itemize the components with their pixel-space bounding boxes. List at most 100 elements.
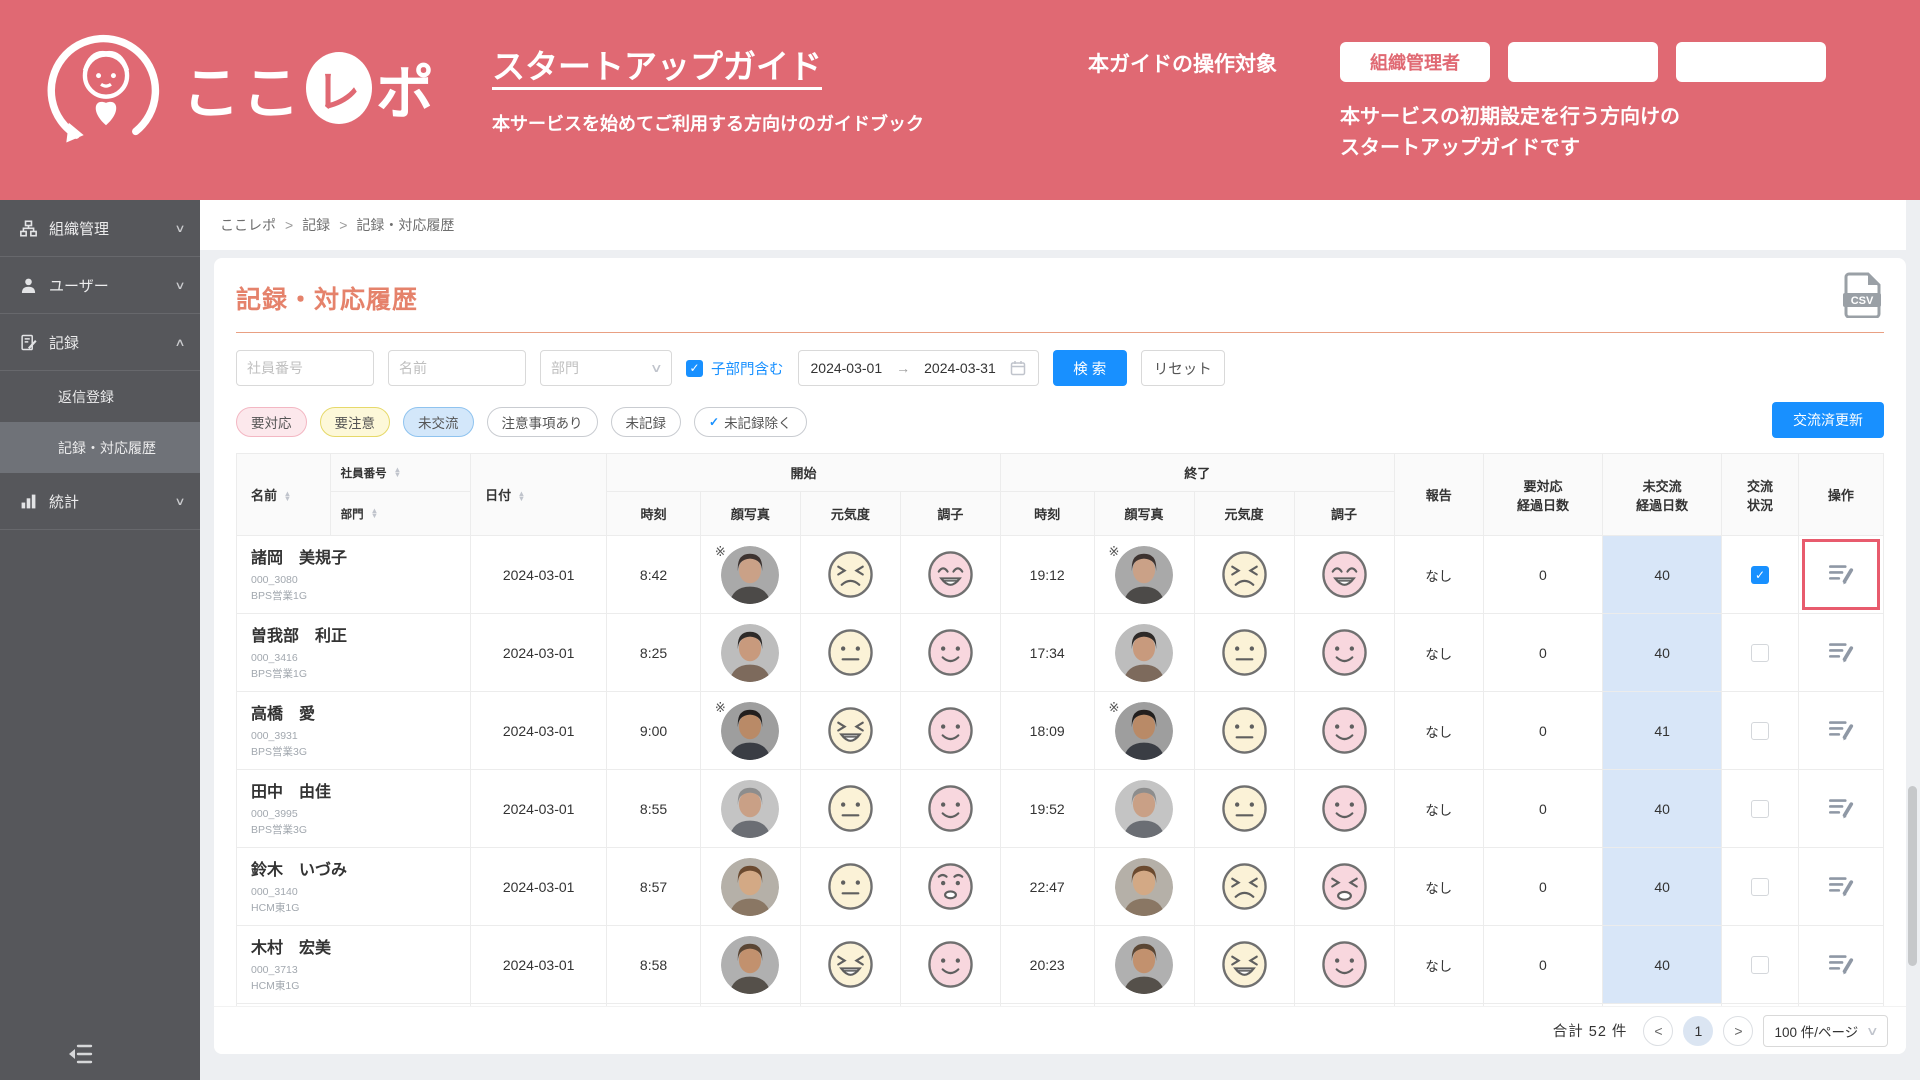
cell-action-days: 0 <box>1482 691 1604 770</box>
subdept-checkbox[interactable]: ✓ 子部門含む <box>686 358 784 379</box>
cell-report: なし <box>1393 691 1484 770</box>
cell-start-photo: ※ <box>699 691 801 770</box>
cell-ops <box>1797 535 1884 614</box>
filter-chip-0[interactable]: 要対応 <box>236 407 307 437</box>
cell-end-time: 17:34 <box>999 613 1095 692</box>
cell-exchange-status: ✓ <box>1721 535 1799 614</box>
sidebar-subitem-2-1[interactable]: 記録・対応履歴 <box>0 422 200 473</box>
cell-report: なし <box>1393 769 1484 848</box>
col-header-end-energy: 元気度 <box>1193 491 1295 536</box>
guide-title: スタートアップガイド <box>492 48 822 85</box>
cell-end-time: 19:12 <box>999 535 1095 614</box>
cell-report: なし <box>1393 925 1484 1004</box>
reset-button[interactable]: リセット <box>1140 350 1225 386</box>
cell-name: 木村 宏美 000_3713 HCM東1G <box>236 925 472 1004</box>
edit-record-icon[interactable] <box>1826 714 1856 744</box>
cell-name: 鈴木 いづみ 000_3140 HCM東1G <box>236 847 472 926</box>
department-select[interactable]: 部門 ∨ <box>540 350 672 386</box>
breadcrumb-item-1[interactable]: 記録 <box>302 215 330 235</box>
cell-start-time: 9:00 <box>606 691 701 770</box>
sidebar-subitem-2-0[interactable]: 返信登録 <box>0 371 200 422</box>
filter-chip-2[interactable]: 未交流 <box>403 407 474 437</box>
csv-export-icon[interactable]: CSV <box>1842 272 1882 318</box>
role-button-3[interactable] <box>1676 42 1826 82</box>
edit-record-icon[interactable] <box>1826 870 1856 900</box>
search-button[interactable]: 検 索 <box>1052 350 1127 386</box>
cell-end-photo <box>1093 847 1195 926</box>
chevron-down-icon: ∨ <box>650 361 664 375</box>
cell-end-energy-face <box>1193 769 1295 848</box>
page-size-select[interactable]: 100 件/ページ ∨ <box>1763 1014 1888 1047</box>
cell-noexchange-days: 40 <box>1602 925 1723 1004</box>
col-header-dept[interactable]: 部門 ▲ ▼ <box>329 491 472 536</box>
cell-noexchange-days: 40 <box>1602 847 1723 926</box>
cell-exchange-status <box>1721 925 1799 1004</box>
filter-chip-1[interactable]: 要注意 <box>319 407 390 437</box>
sidebar-item-3[interactable]: 統計 ∨ <box>0 473 200 530</box>
date-to[interactable]: 2024-03-31 <box>924 360 996 376</box>
breadcrumb-item-2[interactable]: 記録・対応履歴 <box>356 215 454 235</box>
exchange-checkbox[interactable]: ✓ <box>1750 565 1769 584</box>
cell-name: 高橋 愛 000_3931 BPS営業3G <box>236 691 472 770</box>
date-range-picker[interactable]: 2024-03-01 → 2024-03-31 <box>797 350 1039 386</box>
name-input[interactable] <box>388 350 526 386</box>
cell-action-days: 0 <box>1482 535 1604 614</box>
cell-end-photo <box>1093 925 1195 1004</box>
exchange-checkbox[interactable] <box>1750 799 1769 818</box>
cell-ops <box>1797 769 1884 848</box>
main-area: ここレポ>記録>記録・対応履歴 記録・対応履歴 CSV 部門∨ ✓ 子部門含む … <box>200 200 1920 1080</box>
breadcrumb-item-0[interactable]: ここレポ <box>220 215 276 235</box>
col-header-emp-no[interactable]: 社員番号 ▲ ▼ <box>329 453 472 492</box>
cell-report: なし <box>1393 613 1484 692</box>
sidebar-item-1[interactable]: ユーザー ∨ <box>0 257 200 314</box>
prev-page-button[interactable]: < <box>1643 1015 1674 1046</box>
current-page[interactable]: 1 <box>1683 1015 1714 1046</box>
filter-chip-3[interactable]: 注意事項あり <box>486 407 598 437</box>
cell-start-mood-face <box>899 691 1001 770</box>
cell-end-energy-face <box>1193 691 1295 770</box>
sidebar-item-0[interactable]: 組織管理 ∨ <box>0 200 200 257</box>
kokorepo-logo-icon <box>47 34 160 143</box>
cell-start-energy-face <box>799 769 901 848</box>
sidebar-collapse-icon[interactable] <box>66 1042 94 1066</box>
edit-record-icon[interactable] <box>1826 636 1856 666</box>
bulk-update-button[interactable]: 交流済更新 <box>1772 402 1884 438</box>
cell-exchange-status <box>1721 613 1799 692</box>
next-page-button[interactable]: > <box>1723 1015 1754 1046</box>
edit-record-icon[interactable] <box>1826 792 1856 822</box>
page-scrollbar[interactable] <box>1908 786 1917 966</box>
cell-action-days: 0 <box>1482 847 1604 926</box>
cell-start-mood-face <box>899 847 1001 926</box>
cell-start-mood-face <box>899 769 1001 848</box>
calendar-icon <box>1010 361 1025 376</box>
role-button-org-admin[interactable]: 組織管理者 <box>1340 42 1490 82</box>
cell-date: 2024-03-01 <box>470 925 608 1004</box>
exchange-checkbox[interactable] <box>1750 877 1769 896</box>
cell-report: なし <box>1393 535 1484 614</box>
exchange-checkbox[interactable] <box>1750 643 1769 662</box>
date-from[interactable]: 2024-03-01 <box>811 360 883 376</box>
cell-action-days: 0 <box>1482 613 1604 692</box>
exchange-checkbox[interactable] <box>1750 721 1769 740</box>
exchange-checkbox[interactable] <box>1750 955 1769 974</box>
filter-chip-5[interactable]: ✓ 未記録除く <box>694 407 807 437</box>
edit-record-icon[interactable] <box>1826 558 1856 588</box>
cell-end-energy-face <box>1193 925 1295 1004</box>
org-icon <box>20 219 37 237</box>
employee-no-input[interactable] <box>236 350 374 386</box>
role-button-2[interactable] <box>1508 42 1658 82</box>
table-row: 木村 宏美 000_3713 HCM東1G 2024-03-01 8:58 20:23 なし… <box>236 925 1884 1004</box>
col-group-start: 開始 <box>606 453 1001 492</box>
cell-start-time: 8:55 <box>606 769 701 848</box>
guide-subtitle: 本サービスを始めてご利用する方向けのガイドブック <box>492 114 924 134</box>
col-header-name[interactable]: 名前 ▲ ▼ <box>236 453 331 536</box>
cell-action-days: 0 <box>1482 769 1604 848</box>
filter-chip-4[interactable]: 未記録 <box>610 407 681 437</box>
brand-text: ここレポ <box>182 46 436 130</box>
svg-text:CSV: CSV <box>1851 295 1874 307</box>
edit-record-icon[interactable] <box>1826 948 1856 978</box>
col-header-date[interactable]: 日付 ▲ ▼ <box>470 453 608 536</box>
cell-start-photo <box>699 847 801 926</box>
sidebar-item-2[interactable]: 記録 ∧ <box>0 314 200 371</box>
app-logo[interactable]: ここレポ <box>44 26 436 150</box>
